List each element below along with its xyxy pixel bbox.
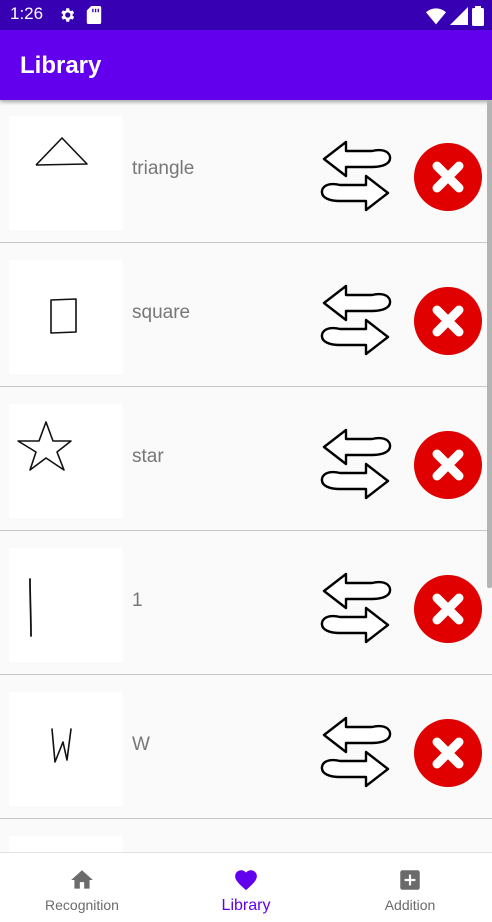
drawing-thumbnail <box>9 692 123 806</box>
delete-button[interactable] <box>414 431 482 499</box>
list-item[interactable] <box>0 820 492 852</box>
list-item[interactable]: star <box>0 388 492 531</box>
list-item[interactable]: triangle <box>0 100 492 243</box>
item-label: W <box>132 734 150 755</box>
swap-arrows-icon <box>320 140 392 212</box>
star-drawing <box>17 421 72 471</box>
swap-arrows-icon <box>320 572 392 644</box>
item-label: triangle <box>132 158 195 179</box>
drawing-thumbnail <box>9 404 123 518</box>
scrollbar[interactable] <box>487 100 492 588</box>
swap-arrows-icon <box>320 284 392 356</box>
drawing-thumbnail <box>9 548 123 662</box>
nav-label: Library <box>221 897 271 914</box>
swap-button[interactable] <box>320 716 392 788</box>
heart-icon <box>235 870 257 891</box>
swap-button[interactable] <box>320 572 392 644</box>
nav-addition[interactable]: Addition <box>328 853 492 922</box>
delete-button[interactable] <box>414 575 482 643</box>
wifi-icon <box>426 8 446 25</box>
delete-button[interactable] <box>414 287 482 355</box>
swap-button[interactable] <box>320 140 392 212</box>
w-drawing <box>51 728 72 763</box>
close-icon <box>432 161 464 193</box>
drawing-thumbnail <box>9 116 123 230</box>
close-icon <box>432 305 464 337</box>
item-label: star <box>132 446 164 467</box>
close-icon <box>432 737 464 769</box>
nav-recognition[interactable]: Recognition <box>0 853 164 922</box>
delete-button[interactable] <box>414 143 482 211</box>
nav-label: Addition <box>384 897 436 913</box>
item-label: square <box>132 302 191 323</box>
item-label: 1 <box>132 590 143 611</box>
drawing-thumbnail <box>9 260 123 374</box>
swap-arrows-icon <box>320 716 392 788</box>
list-item[interactable]: 1 <box>0 532 492 675</box>
nav-library[interactable]: Library <box>164 853 328 922</box>
bottom-navigation: Recognition Library Addition <box>0 852 492 922</box>
status-time: 1:26 <box>10 4 44 23</box>
close-icon <box>432 449 464 481</box>
library-list[interactable]: triangle square star 1 W <box>0 100 492 852</box>
page-title: Library <box>20 52 102 79</box>
triangle-drawing <box>35 137 88 166</box>
signal-icon <box>450 7 468 25</box>
battery-icon <box>472 6 484 26</box>
list-item[interactable]: W <box>0 676 492 819</box>
swap-button[interactable] <box>320 428 392 500</box>
one-drawing <box>29 578 32 637</box>
sd-card-icon <box>86 6 102 24</box>
app-bar: Library <box>0 30 492 100</box>
delete-button[interactable] <box>414 719 482 787</box>
status-bar: 1:26 <box>0 0 492 30</box>
drawing-thumbnail <box>9 836 123 852</box>
swap-button[interactable] <box>320 284 392 356</box>
square-drawing <box>50 298 77 334</box>
nav-label: Recognition <box>45 897 119 913</box>
close-icon <box>432 593 464 625</box>
home-icon <box>71 870 93 889</box>
settings-icon <box>61 8 75 22</box>
add-box-icon <box>400 870 420 890</box>
swap-arrows-icon <box>320 428 392 500</box>
list-item[interactable]: square <box>0 244 492 387</box>
